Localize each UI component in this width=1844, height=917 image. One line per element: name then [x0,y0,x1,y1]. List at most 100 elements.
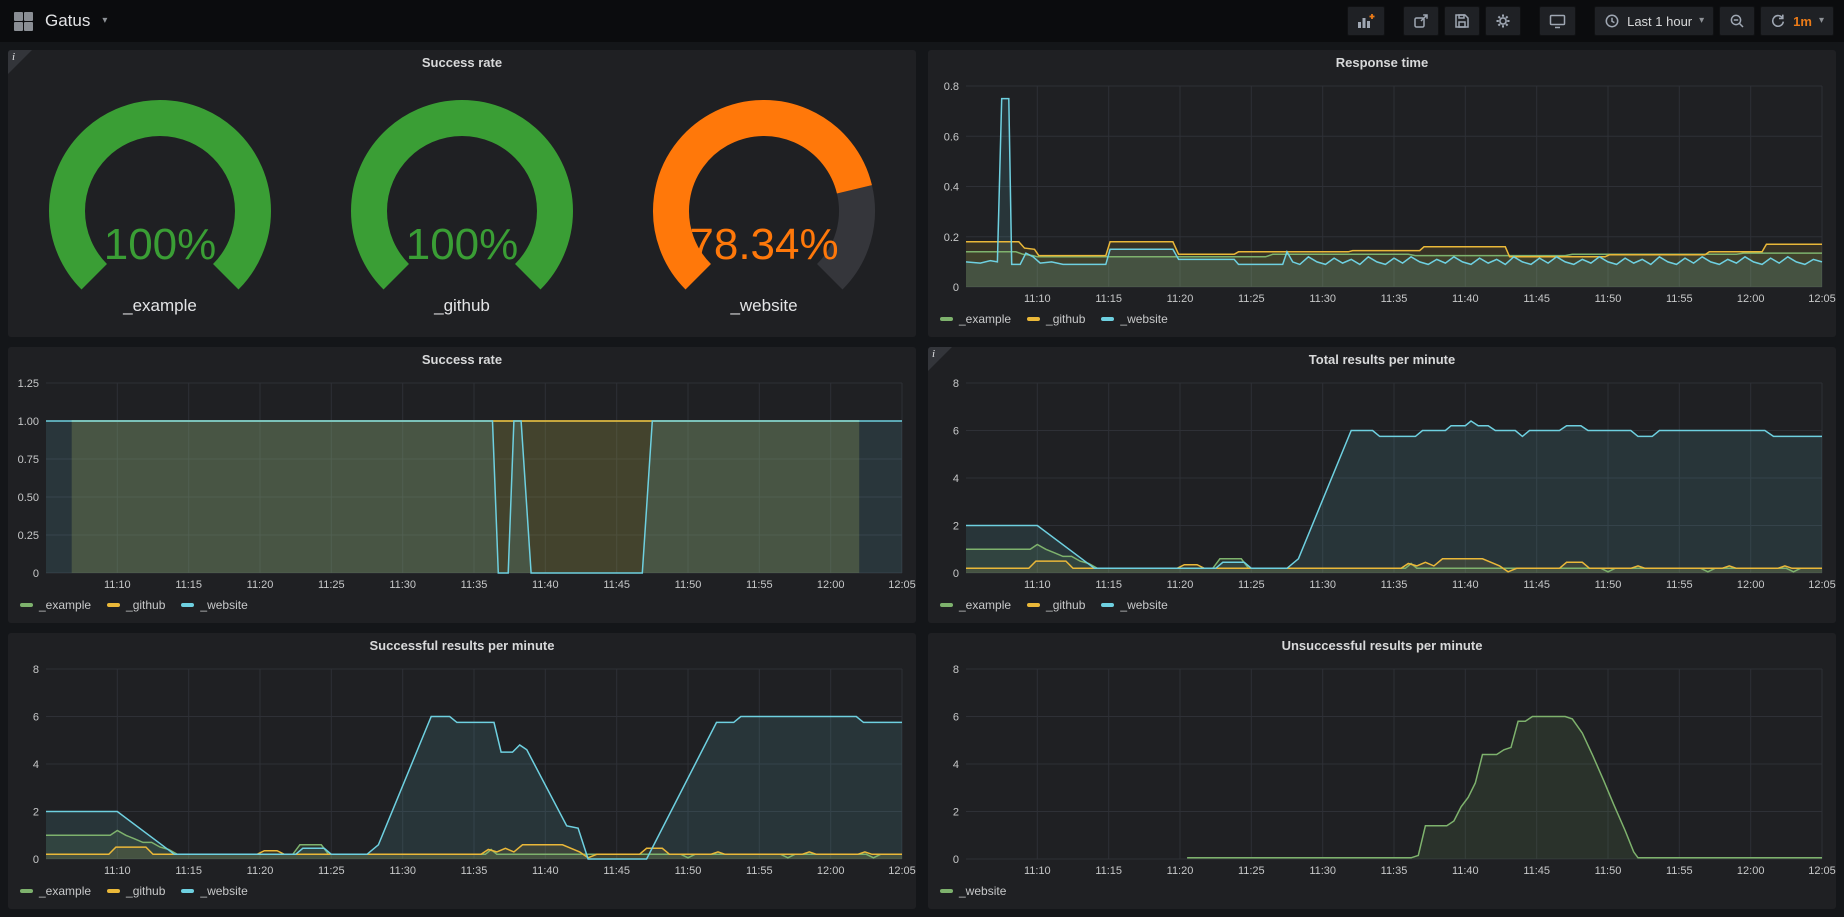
unsuccessful-results-chart[interactable]: 0246811:1011:1511:2011:2511:3011:3511:40… [928,659,1836,879]
legend-item-_website[interactable]: _website [181,884,247,898]
legend-item-_github[interactable]: _github [107,884,165,898]
time-range-button[interactable]: Last 1 hour ▾ [1594,6,1714,36]
y-tick-label: 6 [953,712,959,724]
y-tick-label: 4 [33,759,39,771]
legend: _example _github _website [928,307,1836,337]
y-tick-label: 0.2 [944,232,959,244]
legend-item-_example[interactable]: _example [20,598,91,612]
legend-label: _website [1120,312,1167,326]
zoom-out-button[interactable] [1719,6,1755,36]
legend-swatch [1027,317,1040,321]
panel-title[interactable]: Success rate [8,50,916,76]
y-tick-label: 0.6 [944,131,959,143]
legend-item-_github[interactable]: _github [1027,312,1085,326]
share-button[interactable] [1403,6,1439,36]
chart-svg: 0246811:1011:1511:2011:2511:3011:3511:40… [928,659,1836,879]
y-tick-label: 8 [953,378,959,390]
panel-title[interactable]: Response time [928,50,1836,76]
legend-label: _github [1046,598,1085,612]
gauge-value: 100% [406,220,519,269]
x-tick-label: 11:20 [1167,293,1194,305]
x-tick-label: 11:45 [1523,293,1550,305]
series-fill-_website [46,717,902,860]
y-tick-label: 0.8 [944,81,959,93]
legend-item-_website[interactable]: _website [181,598,247,612]
chart-svg: 00.250.500.751.001.2511:1011:1511:2011:2… [8,373,916,593]
cycle-view-mode-button[interactable] [1539,6,1576,36]
refresh-button[interactable]: 1m ▾ [1760,6,1834,36]
legend-item-_website[interactable]: _website [1101,598,1167,612]
x-tick-label: 11:15 [1095,579,1122,591]
x-tick-label: 11:30 [389,865,416,877]
x-tick-label: 12:05 [888,865,916,877]
y-tick-label: 0.75 [18,454,39,466]
gauge-value: 78.34% [689,220,838,269]
legend-swatch [940,603,953,607]
x-tick-label: 11:45 [1523,579,1550,591]
legend-item-_website[interactable]: _website [940,884,1006,898]
response-time-chart[interactable]: 00.20.40.60.811:1011:1511:2011:2511:3011… [928,76,1836,307]
legend-label: _example [39,598,91,612]
x-tick-label: 11:40 [1452,293,1479,305]
panel-title[interactable]: Success rate [8,347,916,373]
legend-item-_example[interactable]: _example [20,884,91,898]
x-tick-label: 11:55 [1666,293,1693,305]
panel-info-icon[interactable]: i [928,347,952,371]
panel-title[interactable]: Unsuccessful results per minute [928,633,1836,659]
x-tick-label: 11:35 [1381,293,1408,305]
y-tick-label: 0 [953,282,959,294]
refresh-icon [1770,13,1786,29]
x-tick-label: 12:05 [1808,865,1836,877]
x-tick-label: 11:55 [746,579,773,591]
x-tick-label: 11:50 [1595,293,1622,305]
save-button[interactable] [1444,6,1480,36]
panel-title[interactable]: Total results per minute [928,347,1836,373]
x-tick-label: 11:15 [175,579,202,591]
save-icon [1454,13,1470,29]
time-range-label: Last 1 hour [1627,14,1692,29]
add-panel-button[interactable] [1347,6,1385,36]
legend-label: _website [200,598,247,612]
legend: _example _github _website [928,593,1836,623]
x-tick-label: 11:20 [247,865,274,877]
legend-item-_example[interactable]: _example [940,598,1011,612]
legend-item-_github[interactable]: _github [1027,598,1085,612]
x-tick-label: 11:40 [1452,865,1479,877]
share-icon [1413,13,1429,29]
successful-results-chart[interactable]: 0246811:1011:1511:2011:2511:3011:3511:40… [8,659,916,879]
panel-success-rate-gauges: i Success rate 100%_example100%_github78… [8,50,916,337]
chevron-down-icon: ▾ [1699,16,1704,26]
settings-button[interactable] [1485,6,1521,36]
gauge-_example: 100%_example [10,93,310,316]
y-tick-label: 8 [953,664,959,676]
legend-item-_website[interactable]: _website [1101,312,1167,326]
legend-item-_github[interactable]: _github [107,598,165,612]
x-tick-label: 11:55 [746,865,773,877]
dashboard-title[interactable]: Gatus [45,11,90,31]
panel-info-icon[interactable]: i [8,50,32,74]
legend: _example _github _website [8,879,916,909]
x-tick-label: 11:25 [1238,865,1265,877]
chevron-down-icon: ▾ [102,16,107,26]
y-tick-label: 6 [953,426,959,438]
x-tick-label: 11:30 [389,579,416,591]
legend-item-_example[interactable]: _example [940,312,1011,326]
legend-swatch [181,603,194,607]
zoom-out-icon [1729,13,1745,29]
x-tick-label: 11:15 [175,865,202,877]
gauge-_website: 78.34%_website [614,93,914,316]
x-tick-label: 12:00 [1737,865,1765,877]
x-tick-label: 11:25 [1238,579,1265,591]
x-tick-label: 11:10 [104,579,131,591]
series-fill-_website [46,421,902,573]
total-results-chart[interactable]: 0246811:1011:1511:2011:2511:3011:3511:40… [928,373,1836,593]
y-tick-label: 0.25 [18,530,39,542]
panel-title[interactable]: Successful results per minute [8,633,916,659]
grafana-menu-icon[interactable] [14,12,33,31]
y-tick-label: 0 [33,568,39,580]
success-rate-chart[interactable]: 00.250.500.751.001.2511:1011:1511:2011:2… [8,373,916,593]
navbar: Gatus ▾ [0,0,1844,42]
legend-label: _github [126,884,165,898]
x-tick-label: 12:05 [1808,293,1836,305]
x-tick-label: 11:40 [1452,579,1479,591]
